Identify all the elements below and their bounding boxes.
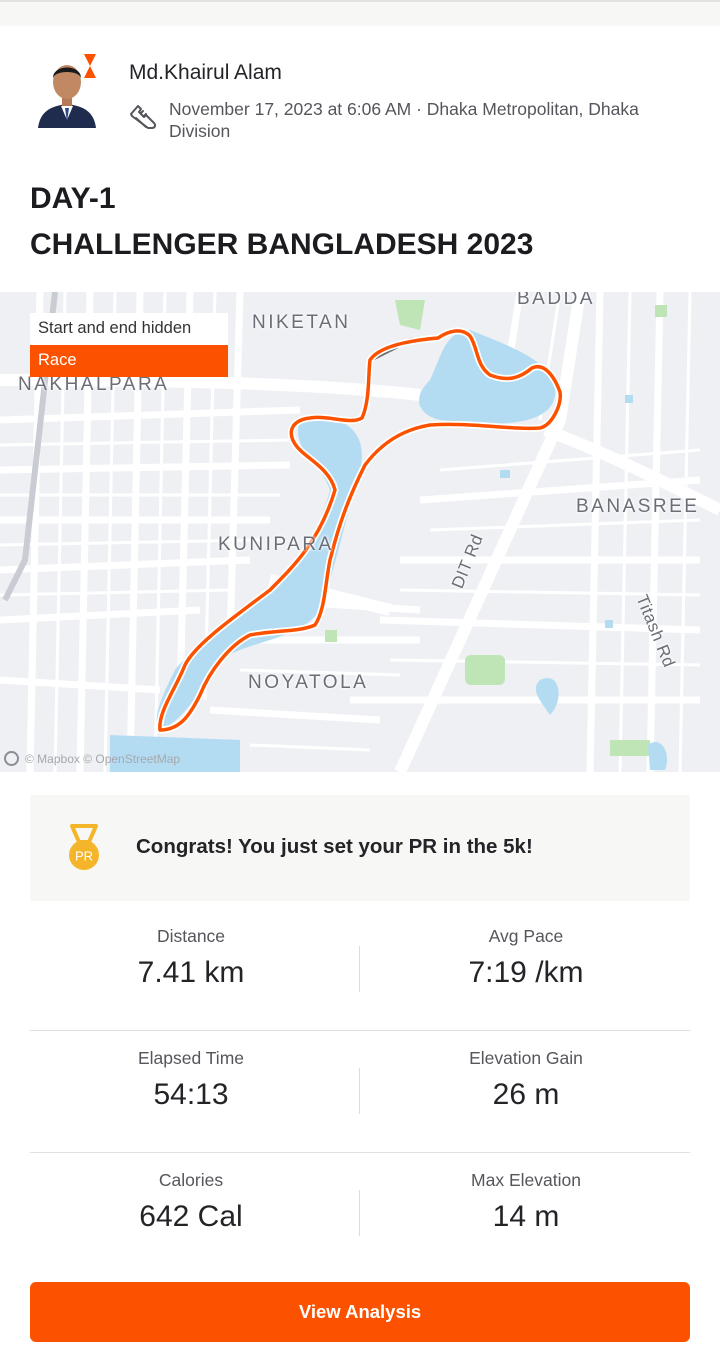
row-divider bbox=[30, 1152, 690, 1153]
stat-value: 7:19 /km bbox=[468, 956, 584, 989]
map-attribution[interactable]: © Mapbox © OpenStreetMap bbox=[4, 751, 180, 766]
running-shoe-icon bbox=[130, 105, 157, 129]
activity-date: November 17, 2023 at 6:06 AM bbox=[169, 99, 412, 119]
map-place-banasree: BANASREE bbox=[576, 496, 700, 517]
privacy-badge: Start and end hidden bbox=[30, 313, 228, 345]
stat-distance: Distance 7.41 km bbox=[26, 926, 356, 990]
stat-divider bbox=[359, 946, 360, 992]
race-badge: Race bbox=[30, 345, 228, 377]
stat-avg-pace: Avg Pace 7:19 /km bbox=[361, 926, 691, 990]
map-place-niketan: NIKETAN bbox=[252, 312, 351, 333]
stat-elevation-gain: Elevation Gain 26 m bbox=[361, 1048, 691, 1112]
stat-value: 54:13 bbox=[153, 1078, 229, 1111]
stat-label: Avg Pace bbox=[488, 926, 564, 946]
status-bar-strip bbox=[0, 0, 720, 26]
stat-value: 642 Cal bbox=[139, 1200, 243, 1233]
stat-max-elevation: Max Elevation 14 m bbox=[361, 1170, 691, 1234]
stat-divider bbox=[359, 1068, 360, 1114]
title-line-1: DAY-1 bbox=[30, 182, 116, 215]
attribution-text: © Mapbox © OpenStreetMap bbox=[25, 751, 181, 766]
stat-value: 26 m bbox=[492, 1078, 560, 1111]
stat-divider bbox=[359, 1190, 360, 1236]
stat-label: Elapsed Time bbox=[137, 1048, 245, 1068]
stat-label: Elevation Gain bbox=[469, 1048, 583, 1068]
activity-meta: November 17, 2023 at 6:06 AM · Dhaka Met… bbox=[169, 98, 699, 142]
pr-medal-icon: PR bbox=[69, 824, 99, 870]
activity-title: DAY-1 CHALLENGER BANGLADESH 2023 bbox=[30, 176, 533, 268]
map-place-kunipara: KUNIPARA bbox=[218, 534, 334, 555]
stat-label: Max Elevation bbox=[471, 1170, 581, 1190]
map-place-noyatola: NOYATOLA bbox=[248, 672, 369, 693]
mapbox-logo-icon bbox=[4, 751, 19, 766]
stat-value: 14 m bbox=[492, 1200, 560, 1233]
pr-message: Congrats! You just set your PR in the 5k… bbox=[136, 835, 533, 858]
avatar[interactable] bbox=[34, 52, 100, 128]
map-place-badda: BADDA bbox=[517, 292, 595, 309]
stat-elapsed-time: Elapsed Time 54:13 bbox=[26, 1048, 356, 1112]
athlete-name[interactable]: Md.Khairul Alam bbox=[129, 61, 282, 85]
view-analysis-button[interactable]: View Analysis bbox=[30, 1282, 690, 1342]
map-place-nakhalpara: NAKHALPARA bbox=[18, 374, 170, 395]
pr-medal-label: PR bbox=[75, 849, 93, 864]
title-line-2: CHALLENGER BANGLADESH 2023 bbox=[30, 228, 534, 261]
stat-value: 7.41 km bbox=[137, 956, 245, 989]
meta-separator: · bbox=[411, 99, 427, 119]
stat-calories: Calories 642 Cal bbox=[26, 1170, 356, 1234]
row-divider bbox=[30, 1030, 690, 1031]
stat-label: Calories bbox=[158, 1170, 224, 1190]
stat-label: Distance bbox=[156, 926, 226, 946]
